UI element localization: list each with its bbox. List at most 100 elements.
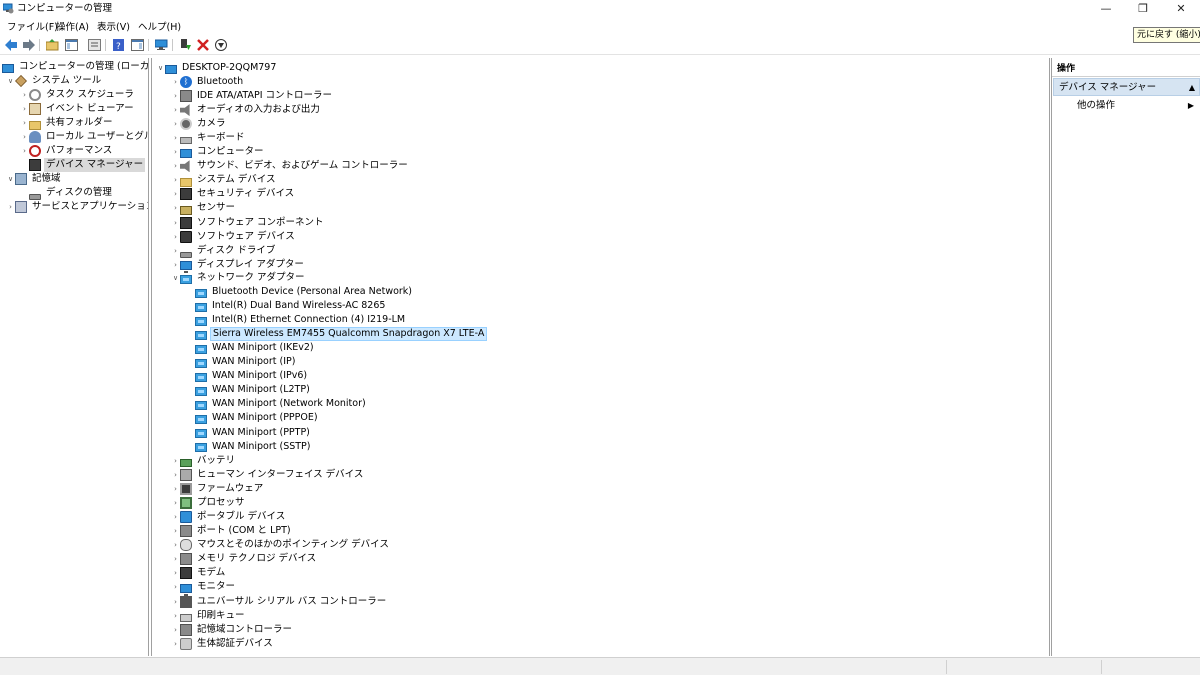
menu-file[interactable]: ファイル(F) [7,21,58,34]
chevron-right-icon[interactable]: › [171,258,180,272]
device-category-row[interactable]: › ディスク ドライブ [171,244,277,258]
device-tree-root[interactable]: ∨ DESKTOP-2QQM797 [156,61,278,75]
network-adapter-row[interactable]: Sierra Wireless EM7455 Qualcomm Snapdrag… [186,327,488,342]
device-category-row[interactable]: › モニター [171,580,237,596]
device-category-row[interactable]: › 印刷キュー [171,609,247,623]
chevron-right-icon[interactable]: › [171,623,180,637]
chevron-right-icon[interactable]: › [171,482,180,496]
disable-device-icon[interactable] [214,38,228,52]
tree-item-system-tools[interactable]: ∨ システム ツール [6,74,103,88]
up-folder-icon[interactable] [45,38,59,52]
device-category-row[interactable]: › 記憶域コントローラー [171,623,294,637]
tree-item-shared-folders[interactable]: › 共有フォルダー [20,116,115,130]
network-adapter-row[interactable]: WAN Miniport (IPv6) [186,369,309,383]
chevron-right-icon[interactable]: › [171,244,180,258]
network-adapter-row[interactable]: Intel(R) Ethernet Connection (4) I219-LM [186,313,407,327]
chevron-down-icon[interactable]: ∨ [156,61,165,75]
tree-item-event-viewer[interactable]: › イベント ビューアー [20,102,136,116]
chevron-right-icon[interactable]: › [171,89,180,103]
tree-item-storage[interactable]: ∨ 記憶域 [6,172,63,186]
uninstall-device-icon[interactable] [196,38,210,52]
tree-item-device-manager[interactable]: デバイス マネージャー [20,158,146,172]
device-category-row[interactable]: › IDE ATA/ATAPI コントローラー [171,89,334,103]
chevron-down-icon[interactable]: ∨ [6,74,15,88]
device-category-row[interactable]: › ポート (COM と LPT) [171,524,293,538]
device-category-row[interactable]: › ソフトウェア コンポーネント [171,216,326,230]
chevron-right-icon[interactable]: › [171,145,180,159]
tree-item-task-scheduler[interactable]: › タスク スケジューラ [20,88,136,102]
device-category-row[interactable]: › モデム [171,566,227,580]
properties-icon[interactable] [87,38,101,52]
network-adapter-row[interactable]: WAN Miniport (IKEv2) [186,341,316,355]
tree-item-computer-management[interactable]: コンピューターの管理 (ローカル) [2,60,148,74]
network-adapter-row[interactable]: WAN Miniport (IP) [186,355,297,369]
chevron-right-icon[interactable]: › [171,173,180,187]
menu-action[interactable]: 操作(A) [56,21,89,34]
device-category-row[interactable]: › コンピューター [171,145,266,159]
chevron-right-icon[interactable]: › [171,216,180,230]
device-category-row[interactable]: › カメラ [171,117,228,131]
chevron-right-icon[interactable]: › [171,496,180,510]
tree-item-performance[interactable]: › パフォーマンス [20,144,114,158]
device-category-row[interactable]: › ディスプレイ アダプター [171,258,306,274]
chevron-right-icon[interactable]: › [6,200,15,214]
chevron-right-icon[interactable]: › [171,187,180,201]
chevron-right-icon[interactable]: › [20,144,29,158]
network-adapter-row[interactable]: WAN Miniport (Network Monitor) [186,397,368,411]
forward-icon[interactable] [21,38,35,52]
restore-button[interactable]: ❐ [1124,0,1162,18]
device-category-row[interactable]: › メモリ テクノロジ デバイス [171,552,318,566]
device-category-row[interactable]: › システム デバイス [171,173,277,187]
device-category-row[interactable]: › ᛒ Bluetooth [171,75,245,89]
chevron-right-icon[interactable]: › [171,566,180,580]
chevron-right-icon[interactable]: › [171,131,180,145]
chevron-right-icon[interactable]: › [171,510,180,524]
chevron-right-icon[interactable]: › [171,538,180,552]
device-category-row[interactable]: › サウンド、ビデオ、およびゲーム コントローラー [171,159,410,173]
chevron-right-icon[interactable]: › [20,88,29,102]
chevron-down-icon[interactable]: ∨ [171,271,180,285]
network-adapter-row[interactable]: WAN Miniport (L2TP) [186,383,312,397]
device-category-row[interactable]: › バッテリ [171,454,237,468]
chevron-right-icon[interactable]: › [171,580,180,594]
chevron-right-icon[interactable]: › [171,609,180,623]
device-category-row[interactable]: › 生体認証デバイス [171,637,275,651]
device-category-row[interactable]: › センサー [171,201,237,215]
console-tree-icon[interactable] [64,38,78,52]
chevron-right-icon[interactable]: › [171,468,180,482]
update-driver-icon[interactable] [178,38,192,52]
network-adapter-row[interactable]: WAN Miniport (SSTP) [186,440,313,454]
device-category-row[interactable]: › キーボード [171,131,247,145]
close-button[interactable]: ✕ [1162,0,1200,18]
chevron-right-icon[interactable]: › [171,595,180,609]
collapse-up-icon[interactable]: ▲ [1189,79,1195,97]
tree-item-disk-management[interactable]: ディスクの管理 [20,186,114,200]
device-category-row[interactable]: › ソフトウェア デバイス [171,230,297,244]
device-category-network-adapters[interactable]: ∨ ネットワーク アダプター [171,271,307,285]
chevron-right-icon[interactable]: › [171,201,180,215]
device-category-row[interactable]: › マウスとそのほかのポインティング デバイス [171,538,391,552]
chevron-right-icon[interactable]: › [20,102,29,116]
chevron-right-icon[interactable]: › [20,116,29,130]
chevron-right-icon[interactable]: › [171,524,180,538]
tree-item-local-users[interactable]: › ローカル ユーザーとグループ [20,130,148,144]
device-category-row[interactable]: › ファームウェア [171,482,265,496]
chevron-right-icon[interactable]: › [20,130,29,144]
device-category-row[interactable]: › ポータブル デバイス [171,510,287,524]
menu-help[interactable]: ヘルプ(H) [138,21,181,34]
network-adapter-row[interactable]: WAN Miniport (PPTP) [186,426,312,440]
network-adapter-row[interactable]: WAN Miniport (PPPOE) [186,411,320,425]
actions-section-device-manager[interactable]: デバイス マネージャー ▲ [1053,78,1200,96]
back-icon[interactable] [4,38,18,52]
chevron-right-icon[interactable]: › [171,103,180,117]
tree-item-services[interactable]: › サービスとアプリケーション [6,200,148,214]
menu-view[interactable]: 表示(V) [97,21,130,34]
chevron-right-icon[interactable]: › [171,159,180,173]
device-category-row[interactable]: › プロセッサ [171,496,247,510]
network-adapter-row[interactable]: Bluetooth Device (Personal Area Network) [186,285,414,299]
other-actions-item[interactable]: 他の操作 ▶ [1052,99,1200,113]
chevron-right-icon[interactable]: › [171,75,180,89]
chevron-right-icon[interactable]: › [171,454,180,468]
network-adapter-row[interactable]: Intel(R) Dual Band Wireless-AC 8265 [186,299,387,313]
device-category-row[interactable]: › セキュリティ デバイス [171,187,296,201]
